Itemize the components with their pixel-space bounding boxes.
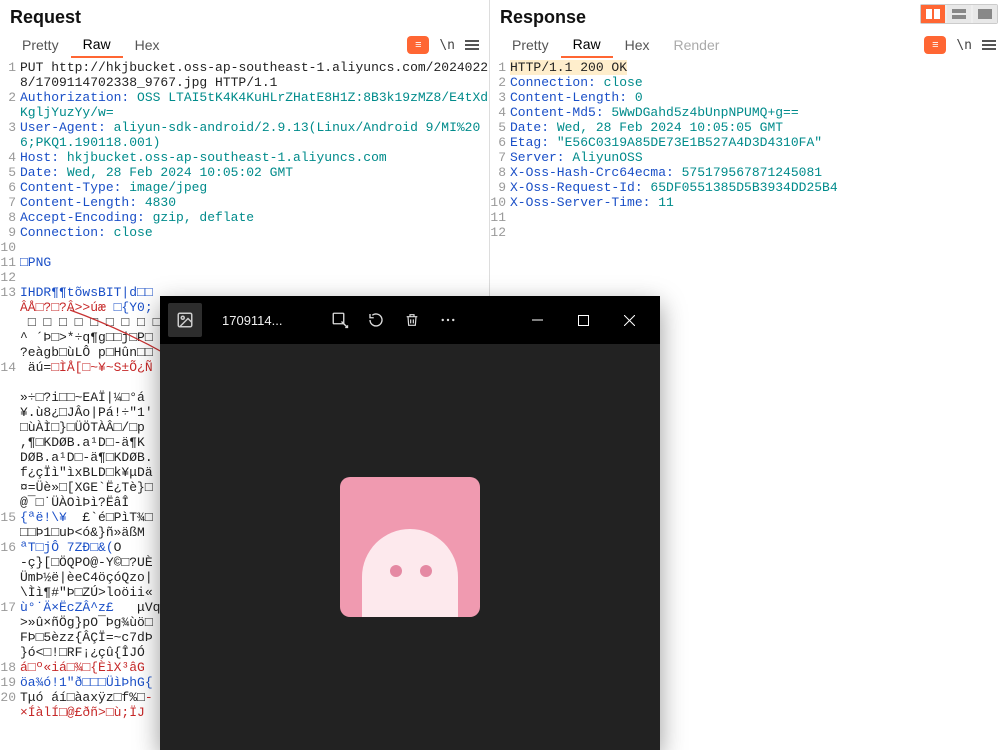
tab-raw-resp[interactable]: Raw: [561, 32, 613, 58]
edit-icon[interactable]: [322, 302, 358, 338]
request-header: Request: [0, 0, 489, 30]
viewer-titlebar[interactable]: 1709114...: [160, 296, 660, 344]
response-action-icon[interactable]: ≡: [924, 36, 946, 54]
tab-hex-resp[interactable]: Hex: [613, 33, 662, 57]
request-menu-icon[interactable]: [465, 38, 479, 52]
minimize-button[interactable]: [514, 304, 560, 336]
newline-toggle-icon[interactable]: \n: [439, 38, 455, 53]
rotate-icon[interactable]: [358, 302, 394, 338]
viewer-body: [160, 344, 660, 750]
tab-raw[interactable]: Raw: [71, 32, 123, 58]
maximize-button[interactable]: [560, 304, 606, 336]
close-button[interactable]: [606, 304, 652, 336]
more-icon[interactable]: [430, 302, 466, 338]
tab-pretty-resp[interactable]: Pretty: [500, 33, 561, 57]
view-split-icon[interactable]: [921, 5, 945, 23]
image-viewer-window[interactable]: 1709114...: [160, 296, 660, 750]
delete-icon[interactable]: [394, 302, 430, 338]
view-stack-icon[interactable]: [947, 5, 971, 23]
response-menu-icon[interactable]: [982, 38, 996, 52]
request-tabs: Pretty Raw Hex ≡ \n: [0, 30, 489, 60]
view-single-icon[interactable]: [973, 5, 997, 23]
request-title: Request: [10, 7, 81, 28]
tab-render-resp[interactable]: Render: [662, 33, 732, 57]
request-gutter: 1234567891011121314151617181920: [0, 60, 20, 750]
view-controls: [920, 4, 998, 24]
tab-pretty[interactable]: Pretty: [10, 33, 71, 57]
response-tabs: Pretty Raw Hex Render ≡ \n: [490, 30, 1006, 60]
request-action-icon[interactable]: ≡: [407, 36, 429, 54]
viewer-app-icon: [168, 303, 202, 337]
tab-hex[interactable]: Hex: [123, 33, 172, 57]
newline-toggle-resp-icon[interactable]: \n: [956, 38, 972, 53]
viewer-image: [340, 477, 480, 617]
response-title: Response: [500, 7, 586, 28]
viewer-title: 1709114...: [222, 313, 282, 328]
